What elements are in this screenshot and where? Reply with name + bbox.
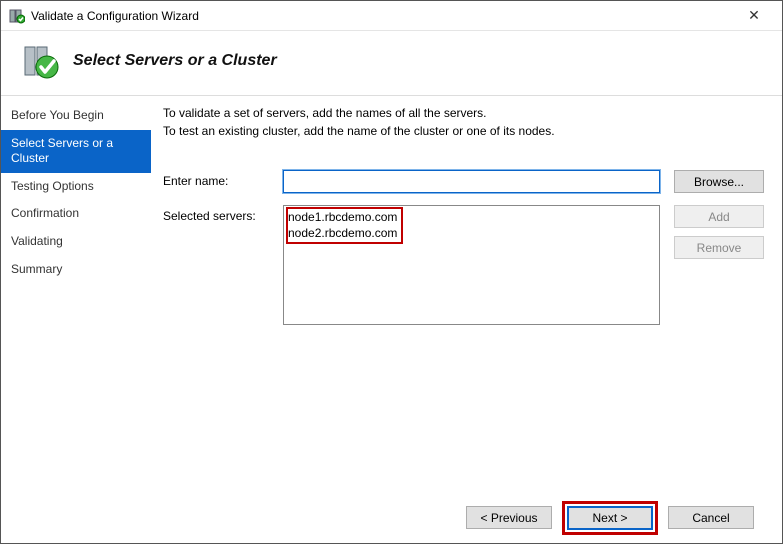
description-line-2: To test an existing cluster, add the nam… <box>163 122 764 140</box>
titlebar: Validate a Configuration Wizard ✕ <box>1 1 782 31</box>
enter-name-input[interactable] <box>283 170 660 193</box>
description: To validate a set of servers, add the na… <box>163 104 764 140</box>
nav-select-servers[interactable]: Select Servers or a Cluster <box>1 130 151 173</box>
wizard-header: Select Servers or a Cluster <box>1 31 782 96</box>
next-button[interactable]: Next > <box>567 506 653 530</box>
selected-servers-label: Selected servers: <box>163 205 283 223</box>
add-button: Add <box>674 205 764 228</box>
nav-confirmation[interactable]: Confirmation <box>1 200 151 228</box>
next-button-highlight: Next > <box>562 501 658 535</box>
cancel-button[interactable]: Cancel <box>668 506 754 529</box>
page-title: Select Servers or a Cluster <box>73 52 277 70</box>
wizard-nav: Before You Begin Select Servers or a Clu… <box>1 96 151 491</box>
wizard-window: Validate a Configuration Wizard ✕ Select… <box>0 0 783 544</box>
wizard-content: To validate a set of servers, add the na… <box>151 96 782 491</box>
nav-before-you-begin[interactable]: Before You Begin <box>1 102 151 130</box>
header-icon <box>21 41 61 81</box>
servers-highlight: node1.rbcdemo.com node2.rbcdemo.com <box>286 207 403 244</box>
close-button[interactable]: ✕ <box>734 7 774 24</box>
browse-button[interactable]: Browse... <box>674 170 764 193</box>
wizard-footer: < Previous Next > Cancel <box>1 491 782 543</box>
list-item[interactable]: node1.rbcdemo.com <box>288 209 397 225</box>
previous-button[interactable]: < Previous <box>466 506 552 529</box>
list-item[interactable]: node2.rbcdemo.com <box>288 225 397 241</box>
nav-summary[interactable]: Summary <box>1 256 151 284</box>
description-line-1: To validate a set of servers, add the na… <box>163 104 764 122</box>
app-icon <box>9 8 25 24</box>
remove-button: Remove <box>674 236 764 259</box>
nav-testing-options[interactable]: Testing Options <box>1 173 151 201</box>
nav-validating[interactable]: Validating <box>1 228 151 256</box>
enter-name-label: Enter name: <box>163 170 283 188</box>
selected-servers-list[interactable]: node1.rbcdemo.com node2.rbcdemo.com <box>283 205 660 325</box>
window-title: Validate a Configuration Wizard <box>31 9 734 23</box>
